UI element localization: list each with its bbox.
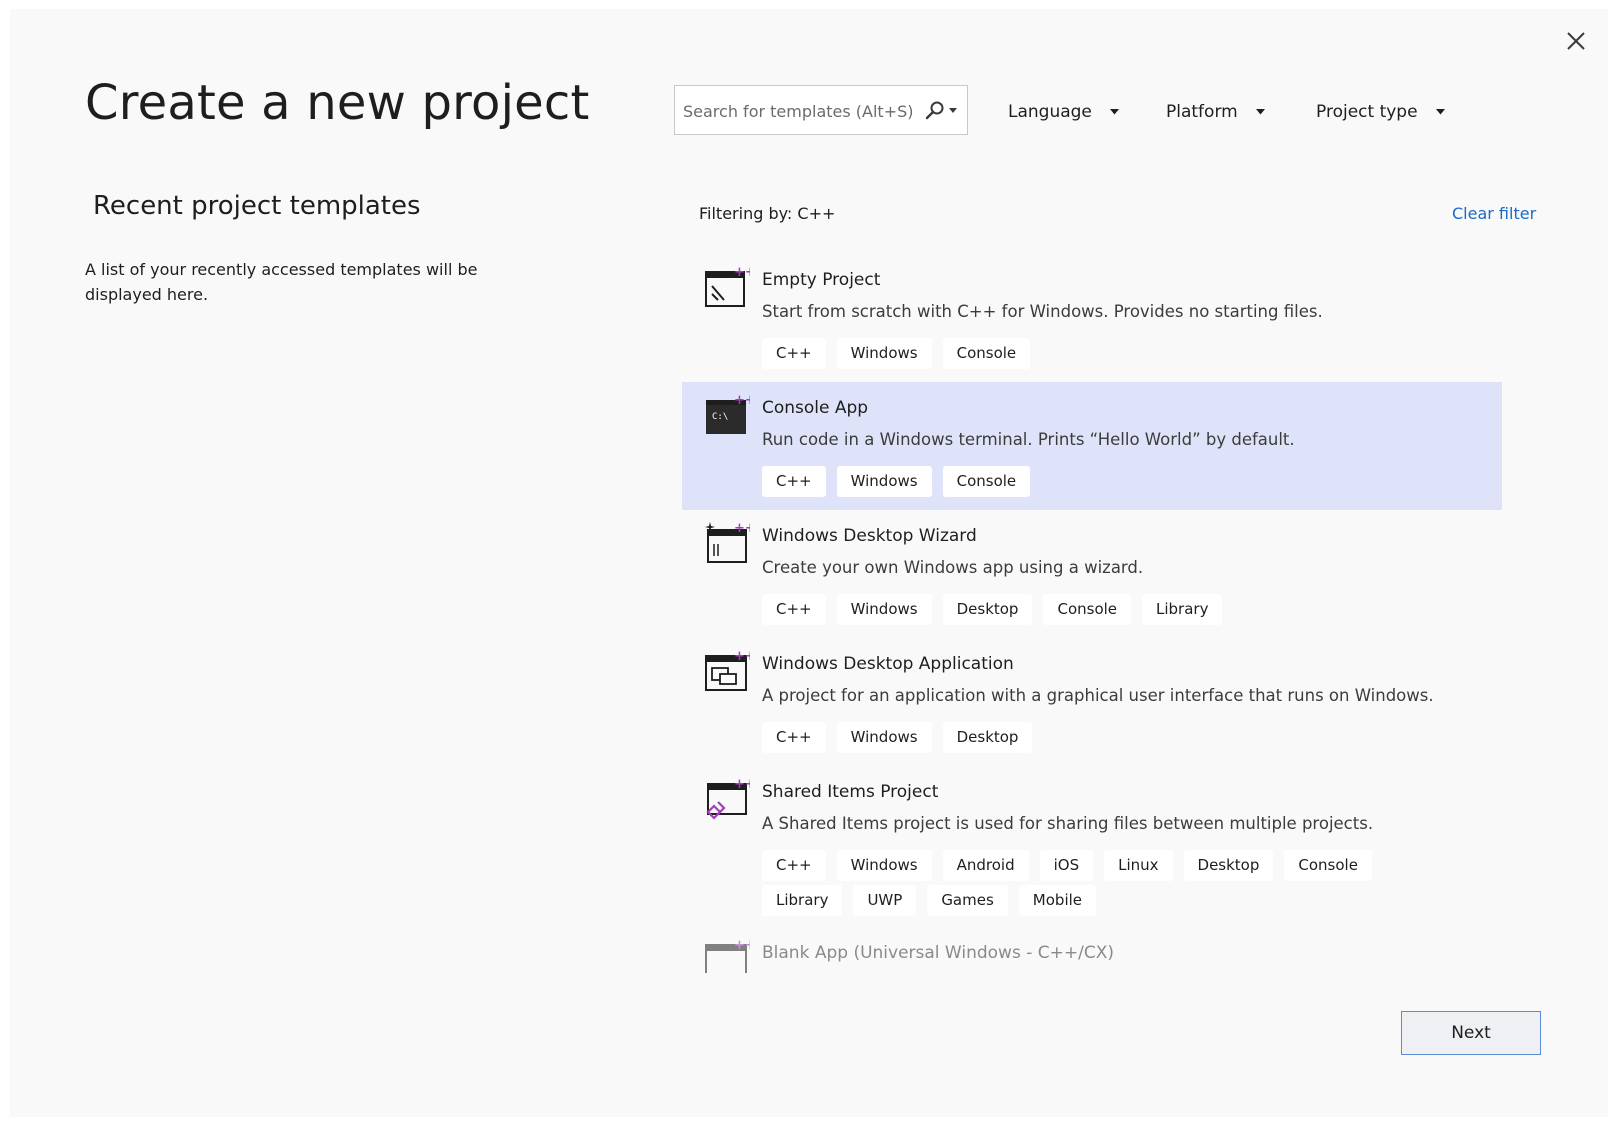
template-name: Shared Items Project (762, 782, 939, 802)
template-tags: C++ Windows Console (762, 466, 1462, 501)
template-description: Start from scratch with C++ for Windows.… (762, 302, 1323, 321)
shared-items-icon: ++ (706, 777, 750, 820)
tag: C++ (762, 338, 826, 369)
template-item-windows-desktop-wizard[interactable]: ++ Windows Desktop Wizard Create your ow… (682, 510, 1502, 638)
chevron-down-icon (1255, 109, 1265, 115)
tag: Console (942, 466, 1031, 497)
tag: C++ (762, 466, 826, 497)
tag: Windows (836, 338, 932, 369)
template-description: Run code in a Windows terminal. Prints “… (762, 430, 1295, 449)
tag: Desktop (942, 722, 1033, 753)
template-name: Windows Desktop Application (762, 654, 1014, 674)
svg-text:++: ++ (734, 777, 750, 792)
search-input[interactable] (681, 98, 920, 124)
recent-templates-description: A list of your recently accessed templat… (85, 260, 478, 304)
tag: Console (1043, 594, 1132, 625)
dialog-window: Create a new project Recent project temp… (10, 9, 1608, 1117)
console-app-icon: C:\ ++ (706, 393, 750, 434)
template-item-empty-project[interactable]: ++ Empty Project Start from scratch with… (682, 254, 1502, 382)
desktop-app-icon: ++ (705, 649, 750, 691)
tag: Mobile (1018, 885, 1097, 916)
recent-templates-title: Recent project templates (93, 191, 421, 221)
chevron-down-icon[interactable] (949, 108, 957, 114)
tag: Android (942, 850, 1029, 881)
svg-text:++: ++ (734, 521, 750, 536)
blank-app-icon: ++ (705, 938, 750, 973)
language-dropdown[interactable]: Language (1008, 99, 1119, 125)
tag: Windows (836, 466, 932, 497)
chevron-down-icon (1435, 109, 1445, 115)
tag: Console (1284, 850, 1372, 881)
search-icon[interactable] (925, 100, 945, 120)
clear-filter-link[interactable]: Clear filter (1452, 204, 1536, 223)
tag: C++ (762, 850, 826, 881)
tag: C++ (762, 722, 826, 753)
template-tags: C++ Windows Desktop Console Library (762, 594, 1462, 629)
template-tags: C++ Windows Console (762, 338, 1462, 373)
tag: Console (942, 338, 1031, 369)
tag: Desktop (1183, 850, 1274, 881)
project-type-dropdown-label: Project type (1316, 102, 1418, 122)
project-type-dropdown[interactable]: Project type (1316, 99, 1445, 125)
tag: Library (1142, 594, 1223, 625)
tag: Games (927, 885, 1008, 916)
tag: UWP (853, 885, 917, 916)
template-description: A project for an application with a grap… (762, 686, 1434, 705)
next-button[interactable]: Next (1401, 1011, 1541, 1055)
template-name: Empty Project (762, 270, 881, 290)
template-name: Console App (762, 398, 869, 418)
template-item-windows-desktop-application[interactable]: ++ Windows Desktop Application A project… (682, 638, 1502, 766)
tag: iOS (1039, 850, 1094, 881)
template-tags: C++ Windows Android iOS Linux Desktop Console L… (762, 850, 1462, 920)
svg-text:++: ++ (734, 649, 750, 664)
empty-project-icon: ++ (705, 265, 750, 307)
close-icon (1567, 32, 1585, 50)
svg-text:C:\: C:\ (712, 412, 728, 422)
page-title: Create a new project (85, 75, 590, 131)
template-name: Blank App (Universal Windows - C++/CX) (762, 943, 1114, 963)
language-dropdown-label: Language (1008, 102, 1092, 122)
tag: Windows (836, 594, 932, 625)
template-description: Create your own Windows app using a wiza… (762, 558, 1144, 577)
template-item-console-app[interactable]: C:\ ++ Console App Run code in a Windows… (682, 382, 1502, 510)
tag: Linux (1104, 850, 1173, 881)
template-item-blank-app[interactable]: ++ Blank App (Universal Windows - C++/CX… (682, 927, 1502, 973)
template-name: Windows Desktop Wizard (762, 526, 977, 546)
filter-status: Filtering by: C++ (699, 204, 836, 223)
tag: Windows (836, 850, 932, 881)
close-button[interactable] (1562, 27, 1590, 55)
template-tags: C++ Windows Desktop (762, 722, 1462, 757)
svg-text:++: ++ (734, 938, 750, 953)
tag: C++ (762, 594, 826, 625)
svg-text:++: ++ (734, 393, 750, 408)
tag: Desktop (942, 594, 1033, 625)
template-search-box[interactable] (674, 85, 968, 135)
tag: Library (762, 885, 843, 916)
chevron-down-icon (1109, 109, 1119, 115)
platform-dropdown-label: Platform (1166, 102, 1238, 122)
template-item-shared-items-project[interactable]: ++ Shared Items Project A Shared Items p… (682, 766, 1502, 926)
template-description: A Shared Items project is used for shari… (762, 814, 1374, 833)
platform-dropdown[interactable]: Platform (1166, 99, 1265, 125)
wizard-icon: ++ (705, 521, 750, 563)
svg-text:++: ++ (734, 265, 750, 280)
tag: Windows (836, 722, 932, 753)
